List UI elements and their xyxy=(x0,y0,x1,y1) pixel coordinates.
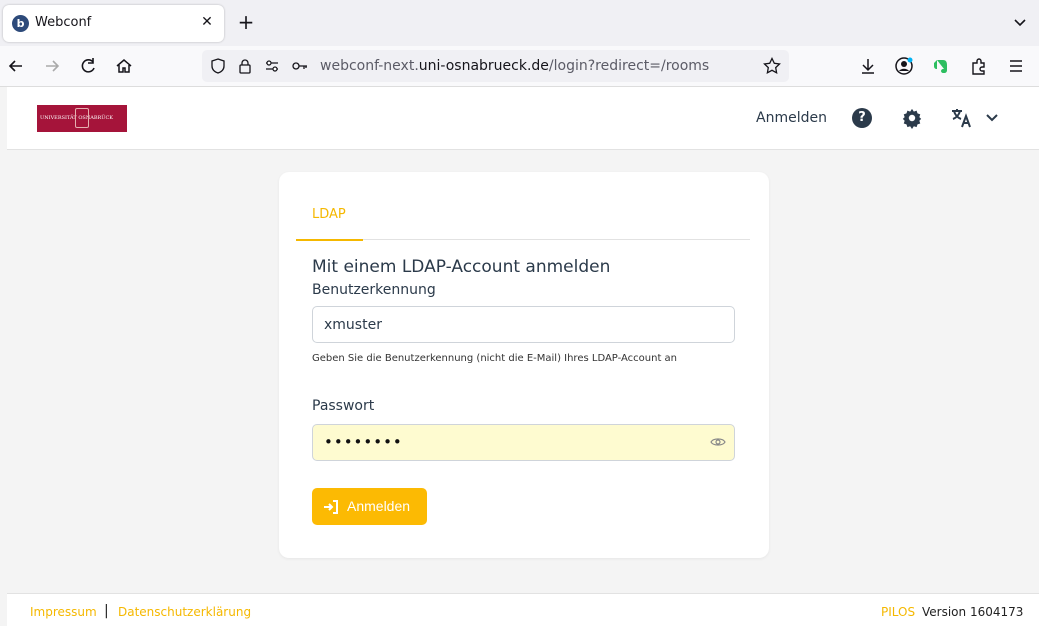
browser-tab-strip: b Webconf ✕ + xyxy=(0,0,1039,46)
back-icon[interactable] xyxy=(6,56,26,76)
version-text: Version 1604173 xyxy=(922,605,1024,619)
eye-icon[interactable] xyxy=(710,434,726,450)
logo-emblem-icon xyxy=(75,108,89,128)
new-tab-button[interactable]: + xyxy=(236,12,256,32)
account-icon[interactable] xyxy=(894,56,914,76)
page-content: UNIVERSITÄT OSNABRÜCK Anmelden ? LDAP Mi… xyxy=(7,87,1039,626)
evernote-icon[interactable] xyxy=(931,56,951,76)
home-icon[interactable] xyxy=(114,56,134,76)
username-label: Benutzerkennung xyxy=(312,282,436,298)
password-masked-value: •••••••• xyxy=(324,433,403,451)
extensions-icon[interactable] xyxy=(969,56,989,76)
shield-icon[interactable] xyxy=(210,58,226,74)
chevron-down-icon[interactable] xyxy=(1011,13,1029,31)
chevron-down-icon[interactable] xyxy=(985,111,999,125)
key-icon[interactable] xyxy=(292,58,308,74)
url-host-prefix: webconf-next. xyxy=(320,58,419,74)
pilos-link[interactable]: PILOS xyxy=(881,605,915,619)
help-icon[interactable]: ? xyxy=(852,108,872,128)
app-header: UNIVERSITÄT OSNABRÜCK Anmelden ? xyxy=(7,87,1039,150)
impressum-link[interactable]: Impressum xyxy=(30,605,97,619)
reload-icon[interactable] xyxy=(78,56,98,76)
username-help-text: Geben Sie die Benutzerkennung (nicht die… xyxy=(312,353,678,364)
browser-nav-bar: webconf-next.uni-osnabrueck.de/login?red… xyxy=(0,46,1039,87)
page-footer: Impressum | Datenschutzerklärung PILOS V… xyxy=(7,593,1039,626)
favicon-icon: b xyxy=(12,15,29,32)
lock-icon[interactable] xyxy=(237,58,253,74)
forward-icon[interactable] xyxy=(42,56,62,76)
url-host: uni-osnabrueck.de xyxy=(418,58,549,74)
translate-icon[interactable] xyxy=(950,107,974,129)
login-card: LDAP Mit einem LDAP-Account anmelden Ben… xyxy=(279,172,769,558)
download-icon[interactable] xyxy=(858,56,878,76)
url-path: /login?redirect=/rooms xyxy=(548,58,710,74)
menu-icon[interactable] xyxy=(1006,56,1026,76)
university-logo[interactable]: UNIVERSITÄT OSNABRÜCK xyxy=(37,105,127,132)
login-button-label: Anmelden xyxy=(347,498,411,514)
gear-icon[interactable] xyxy=(901,107,923,129)
password-label: Passwort xyxy=(312,398,375,414)
address-bar[interactable]: webconf-next.uni-osnabrueck.de/login?red… xyxy=(202,50,789,82)
tab-title: Webconf xyxy=(35,15,92,30)
privacy-link[interactable]: Datenschutzerklärung xyxy=(118,605,251,619)
card-title: Mit einem LDAP-Account anmelden xyxy=(312,257,611,277)
login-button[interactable]: Anmelden xyxy=(312,488,427,525)
tab-ldap[interactable]: LDAP xyxy=(312,207,346,222)
username-input[interactable] xyxy=(312,306,735,343)
close-tab-icon[interactable]: ✕ xyxy=(198,13,216,31)
footer-separator: | xyxy=(104,603,109,619)
bookmark-star-icon[interactable] xyxy=(763,57,781,75)
browser-tab[interactable]: b Webconf ✕ xyxy=(3,5,224,42)
url-text[interactable]: webconf-next.uni-osnabrueck.de/login?red… xyxy=(320,58,709,74)
active-tab-indicator xyxy=(296,239,363,241)
header-login-link[interactable]: Anmelden xyxy=(756,110,827,126)
sign-in-icon xyxy=(324,500,338,514)
tab-divider xyxy=(296,239,750,240)
permissions-icon[interactable] xyxy=(264,58,280,74)
